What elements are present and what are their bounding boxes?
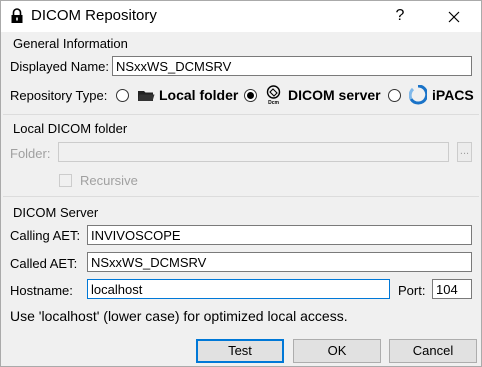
folder-icon (138, 89, 155, 102)
general-information-title: General Information (13, 36, 128, 51)
dicom-server-option-label[interactable]: DICOM server (288, 87, 381, 103)
hostname-label: Hostname: (10, 283, 73, 298)
browse-folder-button[interactable]: ... (457, 142, 472, 162)
displayed-name-label: Displayed Name: (10, 59, 109, 74)
calling-aet-input[interactable] (87, 225, 472, 245)
port-input[interactable] (432, 279, 472, 299)
close-icon (448, 11, 460, 23)
calling-aet-label: Calling AET: (10, 228, 81, 243)
folder-label: Folder: (10, 146, 51, 161)
repository-type-label: Repository Type: (10, 88, 108, 103)
title-bar[interactable]: DICOM Repository ? (1, 1, 481, 32)
close-button[interactable] (439, 4, 469, 28)
local-folder-option-label[interactable]: Local folder (159, 87, 238, 103)
dicom-server-title: DICOM Server (13, 205, 99, 220)
ipacs-option-label[interactable]: iPACS (432, 87, 474, 103)
test-button[interactable]: Test (196, 339, 284, 363)
recursive-checkbox[interactable] (59, 174, 72, 187)
hostname-input[interactable] (87, 279, 390, 299)
port-label: Port: (398, 283, 426, 298)
recursive-label: Recursive (80, 173, 138, 188)
radio-dicom-server[interactable] (244, 89, 257, 102)
ok-button[interactable]: OK (293, 339, 381, 363)
displayed-name-input[interactable] (112, 56, 472, 76)
lock-icon (10, 8, 24, 24)
dicom-repository-dialog: DICOM Repository ? General Information D… (0, 0, 482, 367)
ipacs-logo-icon (409, 85, 427, 105)
radio-ipacs[interactable] (388, 89, 401, 102)
folder-input[interactable] (58, 142, 449, 162)
localhost-hint: Use 'localhost' (lower case) for optimiz… (10, 308, 348, 324)
dicom-icon: Dcm (265, 85, 282, 105)
local-dicom-folder-title: Local DICOM folder (13, 121, 128, 136)
called-aet-input[interactable] (87, 252, 472, 272)
svg-text:Dcm: Dcm (268, 100, 279, 105)
cancel-button[interactable]: Cancel (389, 339, 477, 363)
window-title: DICOM Repository (31, 7, 157, 24)
called-aet-label: Called AET: (10, 256, 78, 271)
help-button[interactable]: ? (389, 4, 411, 28)
radio-local-folder[interactable] (116, 89, 129, 102)
